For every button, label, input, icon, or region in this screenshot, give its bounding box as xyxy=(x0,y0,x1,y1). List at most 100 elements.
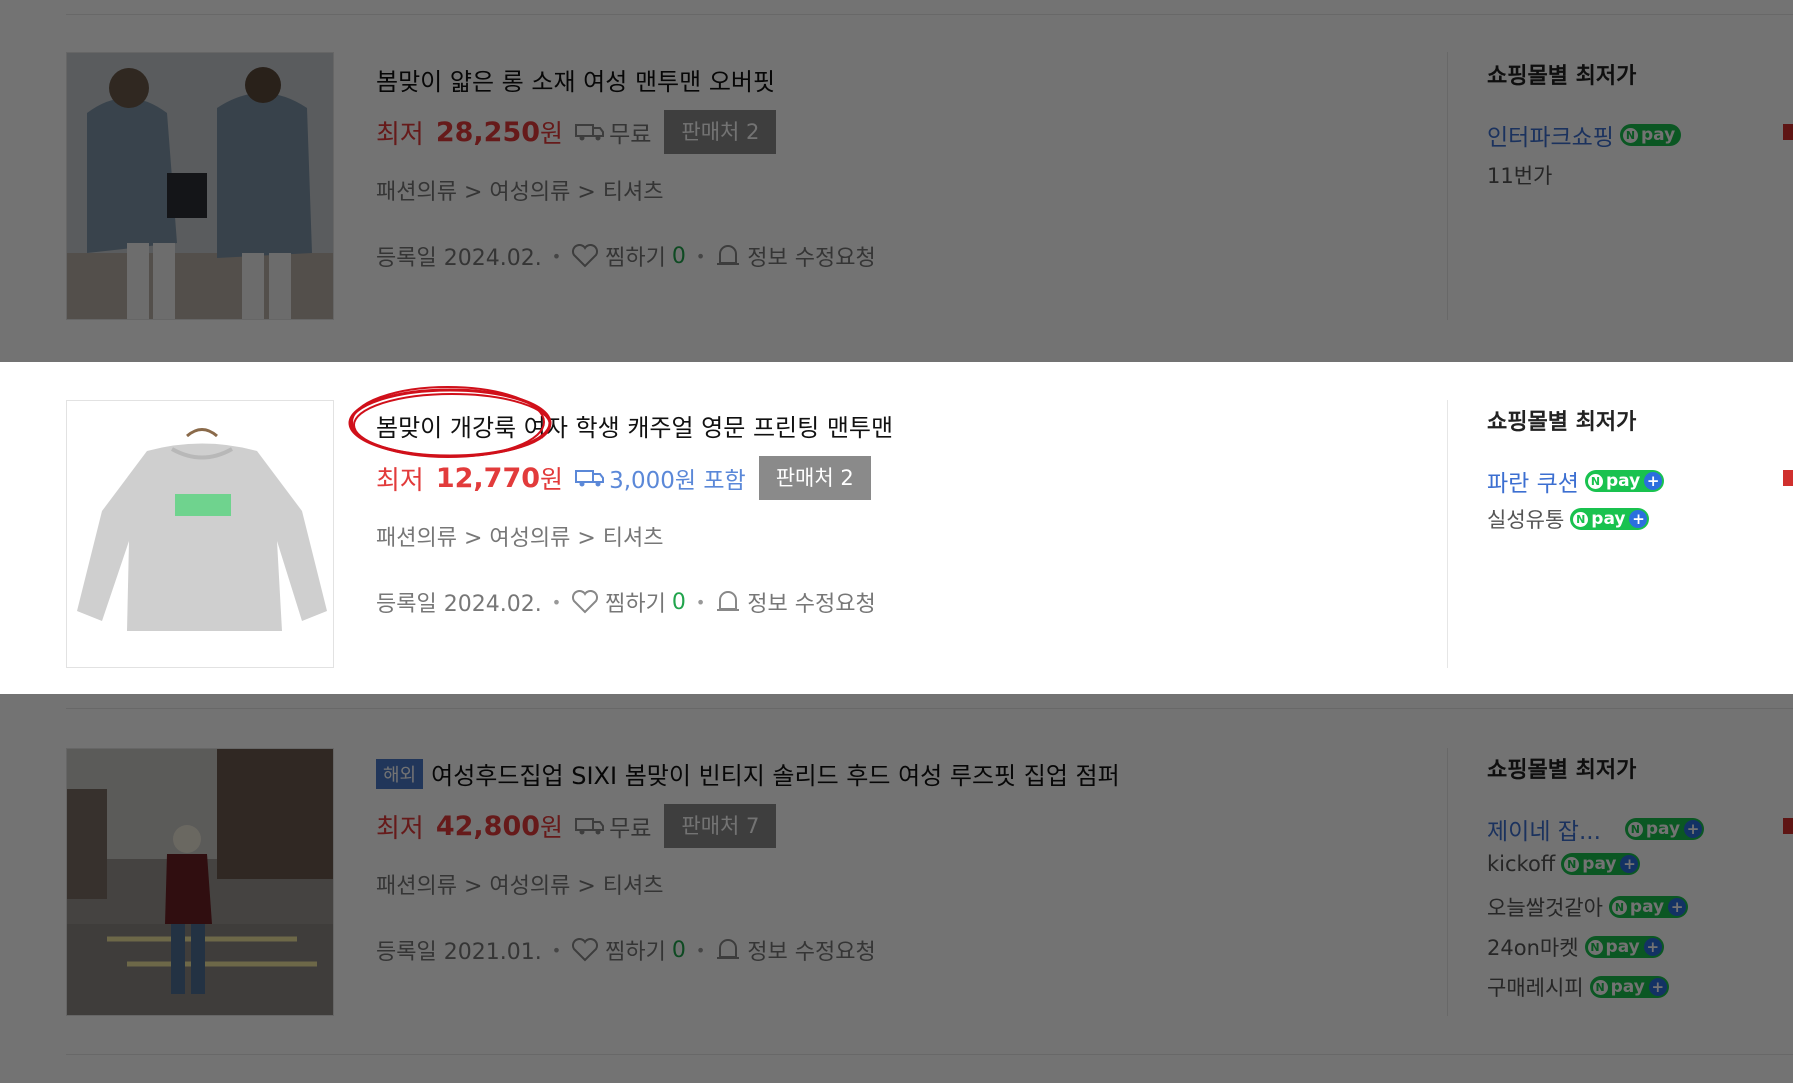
npay-text: pay xyxy=(1605,937,1640,957)
product-title[interactable]: 해외 여성후드집업 SIXI 봄맞이 빈티지 솔리드 후드 여성 루즈핏 집업 점… xyxy=(376,756,1120,791)
truck-icon xyxy=(575,818,605,835)
sellers-button[interactable]: 판매처 2 xyxy=(758,456,871,500)
npay-text: pay xyxy=(1591,509,1626,529)
mall-item[interactable]: 구매레시피 Npay + xyxy=(1487,972,1669,1002)
mall-item[interactable]: 제이네 잡... Npay + xyxy=(1487,812,1705,846)
wish-label[interactable]: 찜하기 xyxy=(605,586,666,618)
price-down-arrow-icon xyxy=(1783,124,1793,140)
product-row-2: 봄맞이 개강룩 여자 학생 캐주얼 영문 프린팅 맨투맨 최저 12,770 원… xyxy=(0,362,1793,694)
mall-name[interactable]: 인터파크쇼핑 xyxy=(1487,118,1614,152)
product-meta: 등록일 2021.01. • 찜하기 0 • 정보 수정요청 xyxy=(376,934,876,966)
product-title[interactable]: 봄맞이 개강룩 여자 학생 캐주얼 영문 프린팅 맨투맨 xyxy=(376,408,893,443)
price-value: 28,250 xyxy=(435,116,541,148)
shipping-text: 3,000원 포함 xyxy=(609,468,746,494)
category-breadcrumb[interactable]: 패션의류 > 여성의류 > 티셔츠 xyxy=(376,868,663,900)
mall-name[interactable]: 24on마켓 xyxy=(1487,932,1579,962)
shipping-text: 무료 xyxy=(609,122,652,148)
price-value: 12,770 xyxy=(435,462,541,494)
price-currency: 원 xyxy=(540,465,564,494)
plus-icon: + xyxy=(1629,510,1648,528)
naver-n-icon: N xyxy=(1611,899,1627,915)
separator-dot: • xyxy=(695,940,706,960)
mall-name[interactable]: 오늘쌀것같아 xyxy=(1487,892,1603,922)
naver-n-icon: N xyxy=(1564,856,1580,872)
naver-n-icon: N xyxy=(1587,473,1603,489)
mall-name[interactable]: 실성유통 xyxy=(1487,504,1564,534)
report-link[interactable]: 정보 수정요청 xyxy=(747,586,875,618)
mall-item[interactable]: 인터파크쇼핑 Npay xyxy=(1487,118,1682,152)
mall-name[interactable]: 11번가 xyxy=(1487,160,1552,190)
price-label: 최저 xyxy=(376,465,424,496)
sellers-button[interactable]: 판매처 7 xyxy=(664,804,777,848)
npay-plus-badge: Npay + xyxy=(1589,976,1669,998)
product-thumbnail[interactable] xyxy=(66,52,334,320)
sellers-button[interactable]: 판매처 2 xyxy=(664,110,777,154)
mall-name[interactable]: kickoff xyxy=(1487,852,1555,876)
price-down-arrow-icon xyxy=(1783,818,1793,834)
wish-count: 0 xyxy=(671,243,686,269)
price-currency: 원 xyxy=(540,119,564,148)
product-image xyxy=(67,401,333,667)
separator-dot: • xyxy=(695,592,706,612)
price-currency: 원 xyxy=(540,813,564,842)
shipping-info: 3,000원 포함 xyxy=(575,461,746,495)
mall-item[interactable]: 실성유통 Npay + xyxy=(1487,504,1650,534)
npay-text: pay xyxy=(1640,125,1676,145)
product-title[interactable]: 봄맞이 얇은 롱 소재 여성 맨투맨 오버핏 xyxy=(376,62,775,97)
naver-n-icon: N xyxy=(1573,511,1589,527)
registered-date: 등록일 2024.02. xyxy=(376,592,542,617)
category-breadcrumb[interactable]: 패션의류 > 여성의류 > 티셔츠 xyxy=(376,174,663,206)
product-title-text[interactable]: 여성후드집업 SIXI 봄맞이 빈티지 솔리드 후드 여성 루즈핏 집업 점퍼 xyxy=(431,762,1120,790)
plus-icon: + xyxy=(1620,855,1639,873)
divider xyxy=(66,1054,1793,1055)
mall-item[interactable]: 24on마켓 Npay + xyxy=(1487,932,1664,962)
report-link[interactable]: 정보 수정요청 xyxy=(747,934,875,966)
product-thumbnail[interactable] xyxy=(66,400,334,668)
bell-icon xyxy=(717,591,740,611)
wish-count: 0 xyxy=(671,589,686,615)
separator-dot: • xyxy=(695,246,706,266)
naver-n-icon: N xyxy=(1627,821,1643,837)
shipping-info: 무료 xyxy=(575,809,651,843)
category-breadcrumb[interactable]: 패션의류 > 여성의류 > 티셔츠 xyxy=(376,520,663,552)
wish-label[interactable]: 찜하기 xyxy=(605,934,666,966)
price-label: 최저 xyxy=(376,813,424,844)
divider-vertical xyxy=(1447,400,1448,668)
product-row-1: 봄맞이 얇은 롱 소재 여성 맨투맨 오버핏 최저 28,250 원 무료 판매… xyxy=(0,0,1793,362)
price-line: 최저 12,770 원 3,000원 포함 판매처 2 xyxy=(376,456,871,500)
divider-vertical xyxy=(1447,52,1448,320)
mall-item[interactable]: kickoff Npay + xyxy=(1487,852,1641,876)
separator-dot: • xyxy=(551,940,562,960)
mall-name[interactable]: 구매레시피 xyxy=(1487,972,1584,1002)
wish-count: 0 xyxy=(671,937,686,963)
plus-icon: + xyxy=(1684,820,1703,838)
npay-plus-badge: Npay + xyxy=(1584,470,1665,492)
plus-icon: + xyxy=(1668,898,1687,916)
lowest-price-by-mall-title: 쇼핑몰별 최저가 xyxy=(1487,64,1637,89)
price-value: 42,800 xyxy=(435,810,541,842)
npay-plus-badge: Npay + xyxy=(1570,508,1650,530)
npay-plus-badge: Npay + xyxy=(1584,936,1664,958)
mall-item[interactable]: 오늘쌀것같아 Npay + xyxy=(1487,892,1689,922)
mall-name[interactable]: 파란 쿠션 xyxy=(1487,464,1579,498)
shipping-info: 무료 xyxy=(575,115,651,149)
truck-icon xyxy=(575,124,605,141)
naver-n-icon: N xyxy=(1587,939,1603,955)
divider xyxy=(66,708,1793,709)
mall-name[interactable]: 제이네 잡... xyxy=(1487,812,1601,846)
price-line: 최저 28,250 원 무료 판매처 2 xyxy=(376,110,777,154)
heart-icon[interactable] xyxy=(571,590,599,614)
mall-item[interactable]: 파란 쿠션 Npay + xyxy=(1487,464,1665,498)
product-thumbnail[interactable] xyxy=(66,748,334,1016)
wish-label[interactable]: 찜하기 xyxy=(605,240,666,272)
npay-plus-badge: Npay + xyxy=(1624,818,1705,840)
truck-icon xyxy=(575,470,605,487)
npay-text: pay xyxy=(1610,977,1645,997)
mall-item[interactable]: 11번가 xyxy=(1487,160,1552,190)
lowest-price-by-mall-title: 쇼핑몰별 최저가 xyxy=(1487,410,1637,435)
heart-icon[interactable] xyxy=(571,244,599,268)
registered-date: 등록일 2024.02. xyxy=(376,246,542,271)
report-link[interactable]: 정보 수정요청 xyxy=(747,240,875,272)
npay-text: pay xyxy=(1629,897,1665,917)
heart-icon[interactable] xyxy=(571,938,599,962)
